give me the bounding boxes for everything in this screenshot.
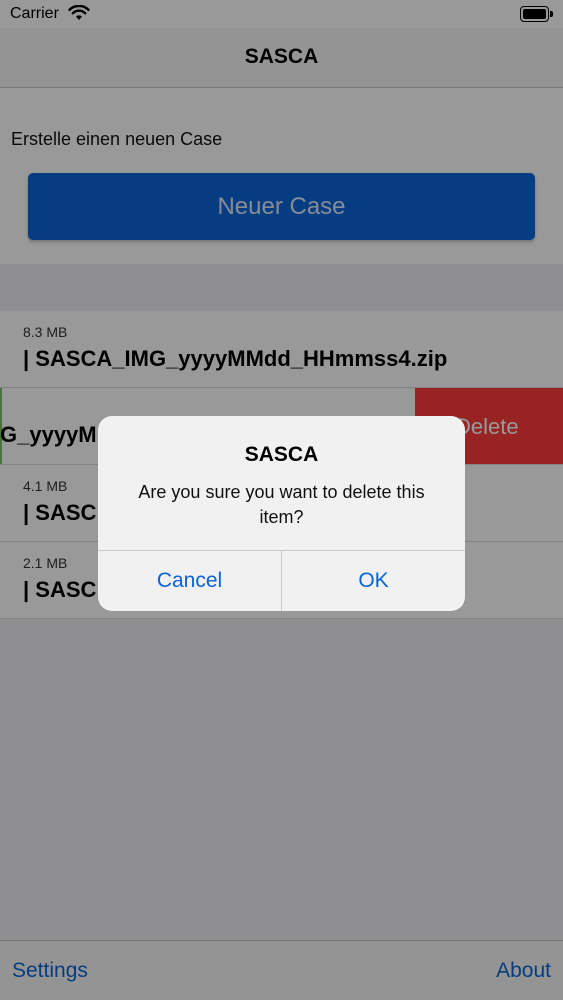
cancel-button[interactable]: Cancel — [98, 551, 281, 611]
delete-confirm-alert: SASCA Are you sure you want to delete th… — [98, 416, 465, 611]
ok-button[interactable]: OK — [282, 551, 465, 611]
alert-message: Are you sure you want to delete this ite… — [138, 482, 425, 527]
alert-title: SASCA — [244, 443, 319, 466]
